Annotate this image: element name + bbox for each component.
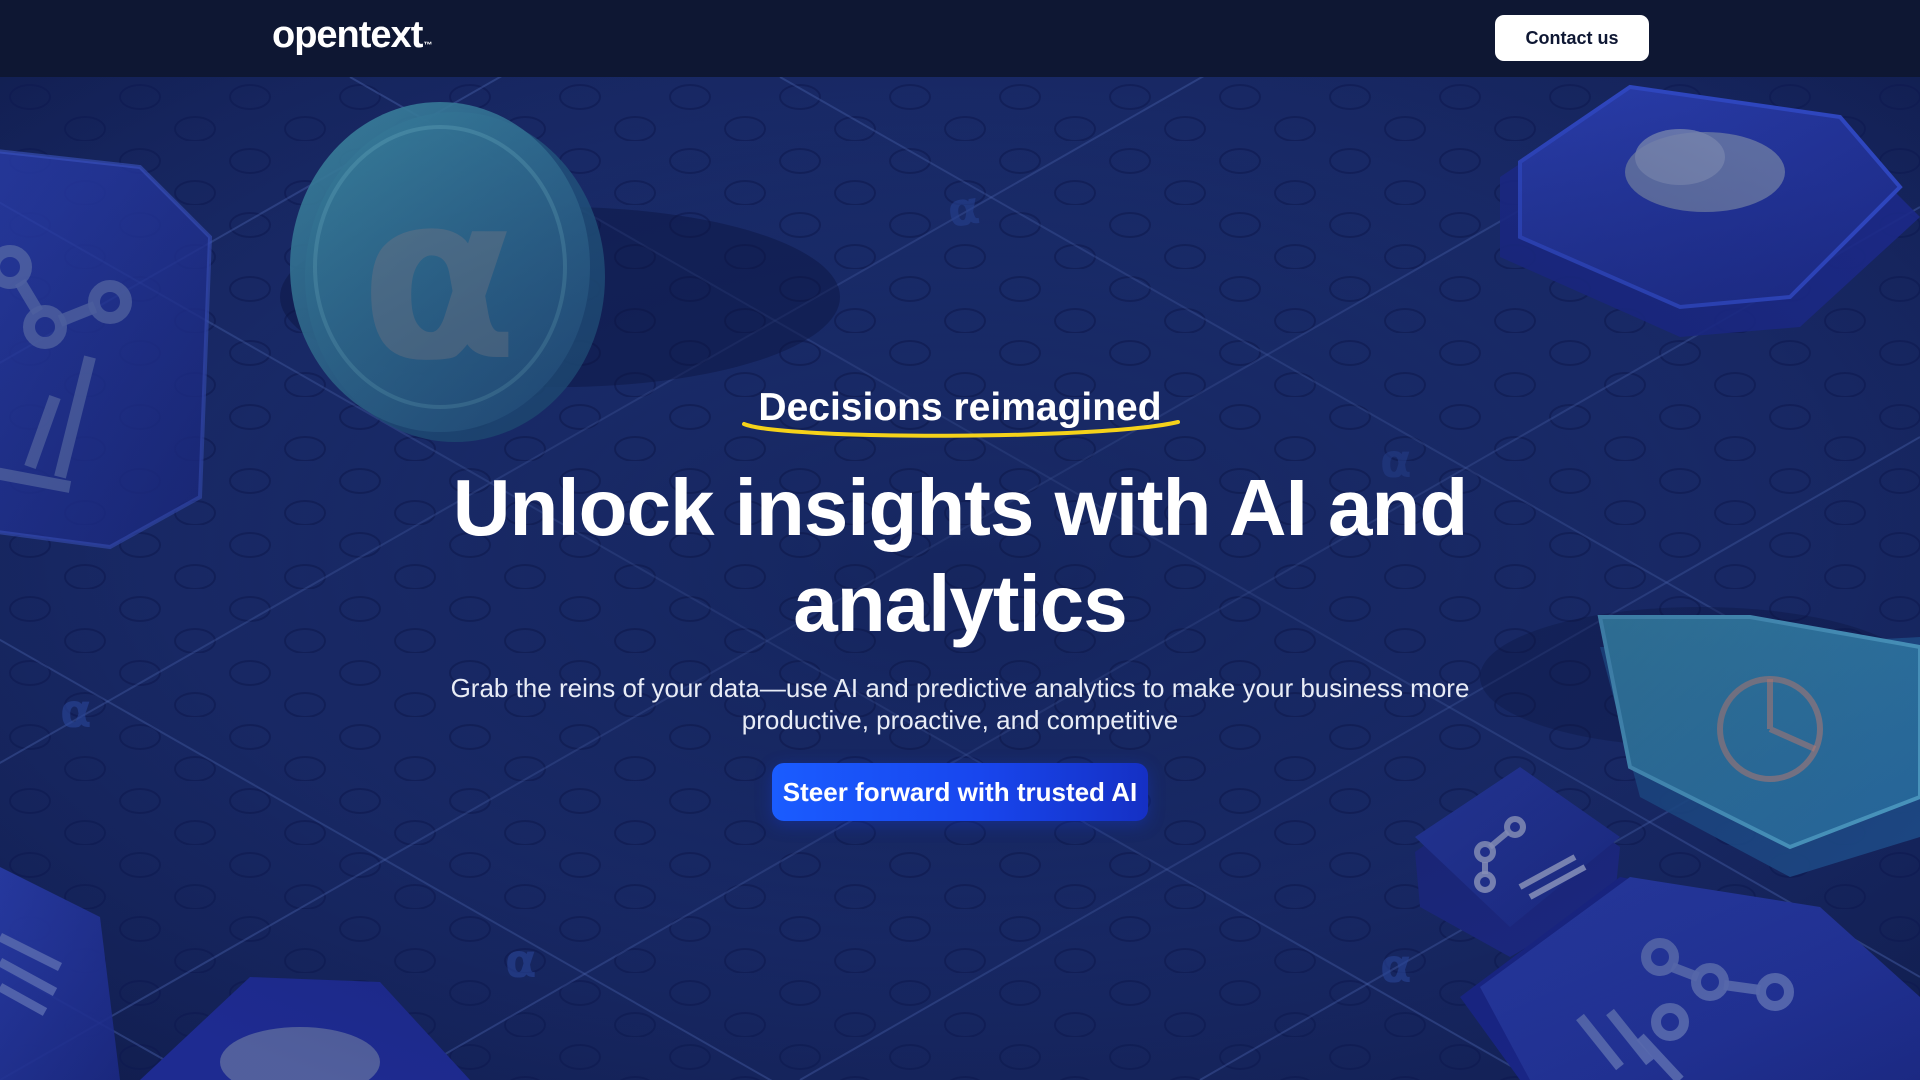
logo-trademark: ™	[423, 40, 433, 50]
opentext-logo[interactable]: opentext™	[272, 12, 432, 58]
logo-text: opentext	[272, 14, 423, 56]
hero-headline: Unlock insights with AI and analytics	[452, 463, 1469, 648]
eyebrow-underline-swash	[742, 420, 1180, 438]
hero-subtext: Grab the reins of your data—use AI and p…	[450, 673, 1470, 735]
page: opentext™ Contact us Decisions reimagine…	[0, 0, 1920, 1080]
top-navigation-bar: opentext™ Contact us	[0, 0, 1920, 77]
contact-us-button[interactable]: Contact us	[1495, 15, 1649, 61]
steer-forward-cta-button[interactable]: Steer forward with trusted AI	[772, 763, 1148, 821]
hero-section: Decisions reimagined Unlock insights wit…	[0, 77, 1920, 1080]
